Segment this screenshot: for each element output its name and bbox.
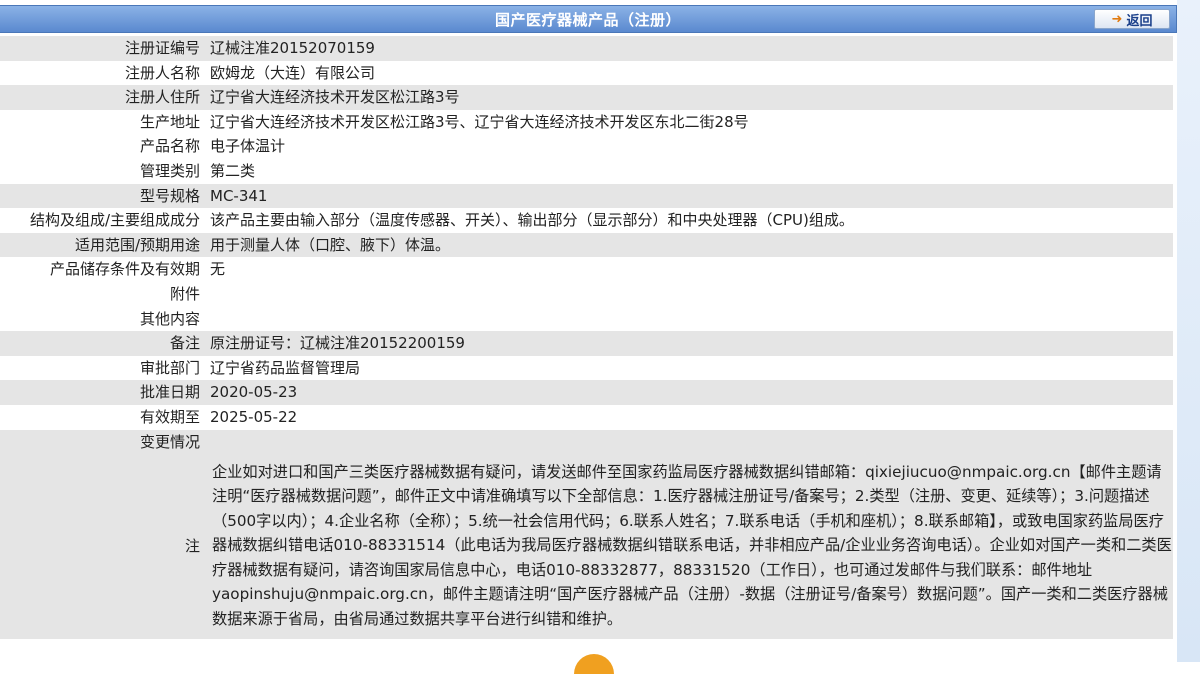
table-row: 注册人名称 欧姆龙（大连）有限公司 [0,61,1173,86]
table-row: 变更情况 [0,429,1173,454]
page-title: 国产医疗器械产品（注册） [494,10,681,29]
field-label: 注册证编号 [0,36,206,61]
field-label: 批准日期 [0,380,206,405]
table-row: 批准日期 2020-05-23 [0,380,1173,405]
field-label: 审批部门 [139,358,200,377]
field-value: 该产品主要由输入部分（温度传感器、开关）、输出部分（显示部分）和中央处理器（CP… [210,211,854,230]
field-value: 2025-05-22 [210,407,298,426]
field-value: 辽宁省大连经济技术开发区松江路3号、辽宁省大连经济技术开发区东北二街28号 [210,112,749,131]
field-value [206,282,1173,307]
field-label: 其他内容 [139,309,200,328]
field-value: MC-341 [206,183,1173,209]
note-label: 注 [0,453,206,639]
field-value: 2020-05-23 [206,380,1173,405]
field-label: 注册人名称 [124,63,200,82]
table-row: 审批部门 辽宁省药品监督管理局 [0,356,1173,381]
table-row: 管理类别 第二类 [0,159,1173,184]
floating-help-icon[interactable] [574,654,614,674]
field-label: 结构及组成/主要组成成分 [29,211,200,230]
table-row: 注册人住所 辽宁省大连经济技术开发区松江路3号 [0,85,1173,110]
table-row: 其他内容 [0,307,1173,332]
field-label: 生产地址 [139,112,200,131]
field-label: 备注 [0,331,206,356]
product-info-table: 注册证编号 辽械注准20152070159 注册人名称 欧姆龙（大连）有限公司 注册… [0,36,1173,639]
field-value: 辽宁省药品监督管理局 [210,358,361,377]
table-row: 注册证编号 辽械注准20152070159 [0,36,1173,61]
table-row: 备注 原注册证号：辽械注准20152200159 [0,331,1173,356]
field-label: 变更情况 [0,429,206,454]
field-label: 型号规格 [0,183,206,209]
table-row: 附件 [0,282,1173,307]
field-label: 注册人住所 [0,85,206,110]
field-value [206,429,1173,454]
field-value: 无 [210,260,226,279]
field-value: 第二类 [210,161,256,180]
field-label: 产品名称 [139,137,200,156]
table-row: 产品名称 电子体温计 [0,134,1173,159]
table-row: 产品储存条件及有效期无 [0,257,1173,282]
table-row: 适用范围/预期用途 用于测量人体（口腔、腋下）体温。 [0,232,1173,258]
field-value: 辽械注准20152070159 [206,36,1173,61]
field-value [206,307,1173,332]
field-value: 辽宁省大连经济技术开发区松江路3号 [206,85,1173,110]
title-bar: 国产医疗器械产品（注册） ➜ 返回 [0,5,1177,33]
field-value: 原注册证号：辽械注准20152200159 [206,331,1173,356]
back-button[interactable]: ➜ 返回 [1094,9,1170,29]
field-label: 管理类别 [139,161,200,180]
field-value: 欧姆龙（大连）有限公司 [210,63,376,82]
field-label: 有效期至 [139,407,200,426]
note-row: 注 企业如对进口和国产三类医疗器械数据有疑问，请发送邮件至国家药监局医疗器械数据… [0,453,1173,639]
field-value: 用于测量人体（口腔、腋下）体温。 [206,232,1173,258]
field-label: 产品储存条件及有效期 [49,260,200,279]
note-text: 企业如对进口和国产三类医疗器械数据有疑问，请发送邮件至国家药监局医疗器械数据纠错… [206,453,1173,639]
field-value: 电子体温计 [210,137,286,156]
back-button-label: 返回 [1126,13,1153,29]
arrow-right-icon: ➜ [1111,11,1123,27]
field-label: 附件 [169,284,200,303]
table-row: 有效期至 2025-05-22 [0,405,1173,430]
field-label: 适用范围/预期用途 [0,232,206,258]
table-row: 结构及组成/主要组成成分 该产品主要由输入部分（温度传感器、开关）、输出部分（显示… [0,208,1173,233]
scrollbar-area [1177,0,1200,662]
table-row: 生产地址 辽宁省大连经济技术开发区松江路3号、辽宁省大连经济技术开发区东北二街28… [0,110,1173,135]
table-row: 型号规格 MC-341 [0,183,1173,209]
